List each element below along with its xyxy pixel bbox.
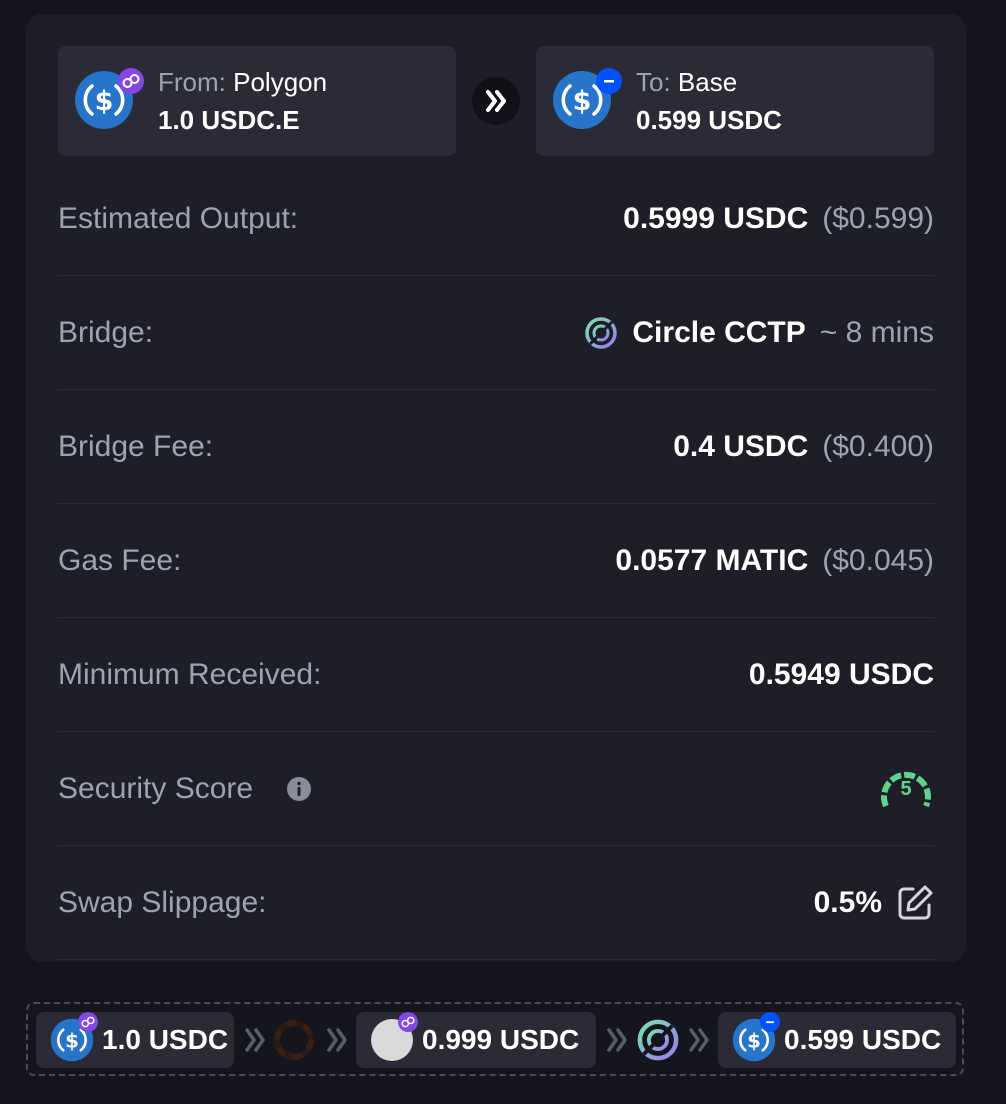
edit-icon[interactable] xyxy=(896,884,934,922)
route-step-source-icon: $ xyxy=(50,1012,98,1062)
route-step-intermediate: 0.999 USDC xyxy=(356,1012,596,1068)
bridge-fee-label: Bridge Fee: xyxy=(58,429,214,463)
to-prefix: To: xyxy=(636,67,671,97)
circle-cctp-icon xyxy=(585,316,618,349)
polygon-icon xyxy=(398,1012,418,1032)
bridge-value-group: Circle CCTP ~ 8 mins xyxy=(584,316,934,350)
double-chevron-right-icon xyxy=(486,90,506,112)
route-step-intermediate-amount: 0.999 USDC xyxy=(422,1024,580,1055)
from-amount: 1.0 USDC.E xyxy=(158,105,300,135)
polygon-icon xyxy=(118,68,144,94)
swap-slippage-label: Swap Slippage: xyxy=(58,885,267,919)
route-direction-icon xyxy=(472,77,520,125)
swap-slippage-row: Swap Slippage: 0.5% xyxy=(58,846,934,960)
bridge-name: Circle CCTP xyxy=(632,315,806,349)
estimated-output-label: Estimated Output: xyxy=(58,201,299,235)
gas-fee-usd: ($0.045) xyxy=(822,543,934,577)
from-prefix: From: xyxy=(158,67,226,97)
estimated-output-row: Estimated Output: 0.5999 USDC ($0.599) xyxy=(58,162,934,276)
route-step-destination-icon: $ xyxy=(732,1012,780,1062)
swap-slippage-value: 0.5% xyxy=(813,885,882,919)
svg-text:$: $ xyxy=(573,86,592,117)
base-icon xyxy=(596,68,622,94)
info-icon[interactable] xyxy=(286,776,312,802)
from-chain-name: Polygon xyxy=(233,67,328,97)
bridge-fee-value-group: 0.4 USDC ($0.400) xyxy=(673,430,934,464)
double-chevron-right-icon xyxy=(689,1028,709,1052)
double-chevron-right-icon xyxy=(327,1028,347,1052)
minimum-received-label: Minimum Received: xyxy=(58,657,322,691)
bridge-label: Bridge: xyxy=(58,315,154,349)
security-score-gauge: 5 xyxy=(878,766,934,812)
bridge-fee-usd: ($0.400) xyxy=(822,429,934,463)
minimum-received-value: 0.5949 USDC xyxy=(748,657,934,691)
minimum-received-value-group: 0.5949 USDC xyxy=(749,658,934,692)
base-icon xyxy=(760,1012,780,1032)
svg-text:$: $ xyxy=(65,1029,79,1052)
route-step-destination: $ 0.599 USDC xyxy=(718,1012,956,1068)
polygon-icon xyxy=(78,1012,98,1032)
minimum-received-row: Minimum Received: 0.5949 USDC xyxy=(58,618,934,732)
swap-slippage-value-group: 0.5% xyxy=(814,884,934,922)
double-chevron-right-icon xyxy=(245,1028,265,1052)
bridge-fee-row: Bridge Fee: 0.4 USDC ($0.400) xyxy=(58,390,934,504)
to-chain-name: Base xyxy=(677,67,738,97)
svg-text:$: $ xyxy=(95,86,114,117)
estimated-output-value-group: 0.5999 USDC ($0.599) xyxy=(623,202,934,236)
to-label: To: Base xyxy=(636,66,737,98)
to-amount: 0.599 USDC xyxy=(636,105,782,135)
gas-fee-value: 0.0577 MATIC xyxy=(615,543,809,577)
circle-cctp-icon xyxy=(637,1019,679,1061)
estimated-output-usd: ($0.599) xyxy=(822,201,934,235)
route-step-source-amount: 1.0 USDC xyxy=(102,1024,229,1055)
svg-text:$: $ xyxy=(747,1029,761,1052)
route-step-source: $ 1.0 USDC xyxy=(36,1012,234,1068)
route-step-destination-amount: 0.599 USDC xyxy=(784,1024,942,1055)
security-score-row: Security Score 5 xyxy=(58,732,934,846)
gas-fee-value-group: 0.0577 MATIC ($0.045) xyxy=(615,544,934,578)
gas-fee-label: Gas Fee: xyxy=(58,543,182,577)
bridge-time: ~ 8 mins xyxy=(819,315,934,349)
double-chevron-right-icon xyxy=(607,1028,627,1052)
from-label: From: Polygon xyxy=(158,66,327,98)
route-path: $ 1.0 USDC 0.999 USDC $ 0.599 USDC xyxy=(26,1002,964,1076)
security-score-value-group: 5 xyxy=(878,766,934,812)
to-chain-box[interactable]: $ To: Base 0.599 USDC xyxy=(536,46,934,156)
from-chain-box[interactable]: $ From: Polygon 1.0 USDC.E xyxy=(58,46,456,156)
bridge-row: Bridge: Circle CCTP ~ 8 mins xyxy=(58,276,934,390)
security-score-label: Security Score xyxy=(58,771,254,805)
bridge-fee-value: 0.4 USDC xyxy=(673,429,809,463)
estimated-output-value: 0.5999 USDC xyxy=(623,201,809,235)
route-step-intermediate-icon xyxy=(370,1012,418,1062)
security-score-number: 5 xyxy=(900,777,912,800)
gas-fee-row: Gas Fee: 0.0577 MATIC ($0.045) xyxy=(58,504,934,618)
swap-protocol-icon xyxy=(274,1020,314,1060)
